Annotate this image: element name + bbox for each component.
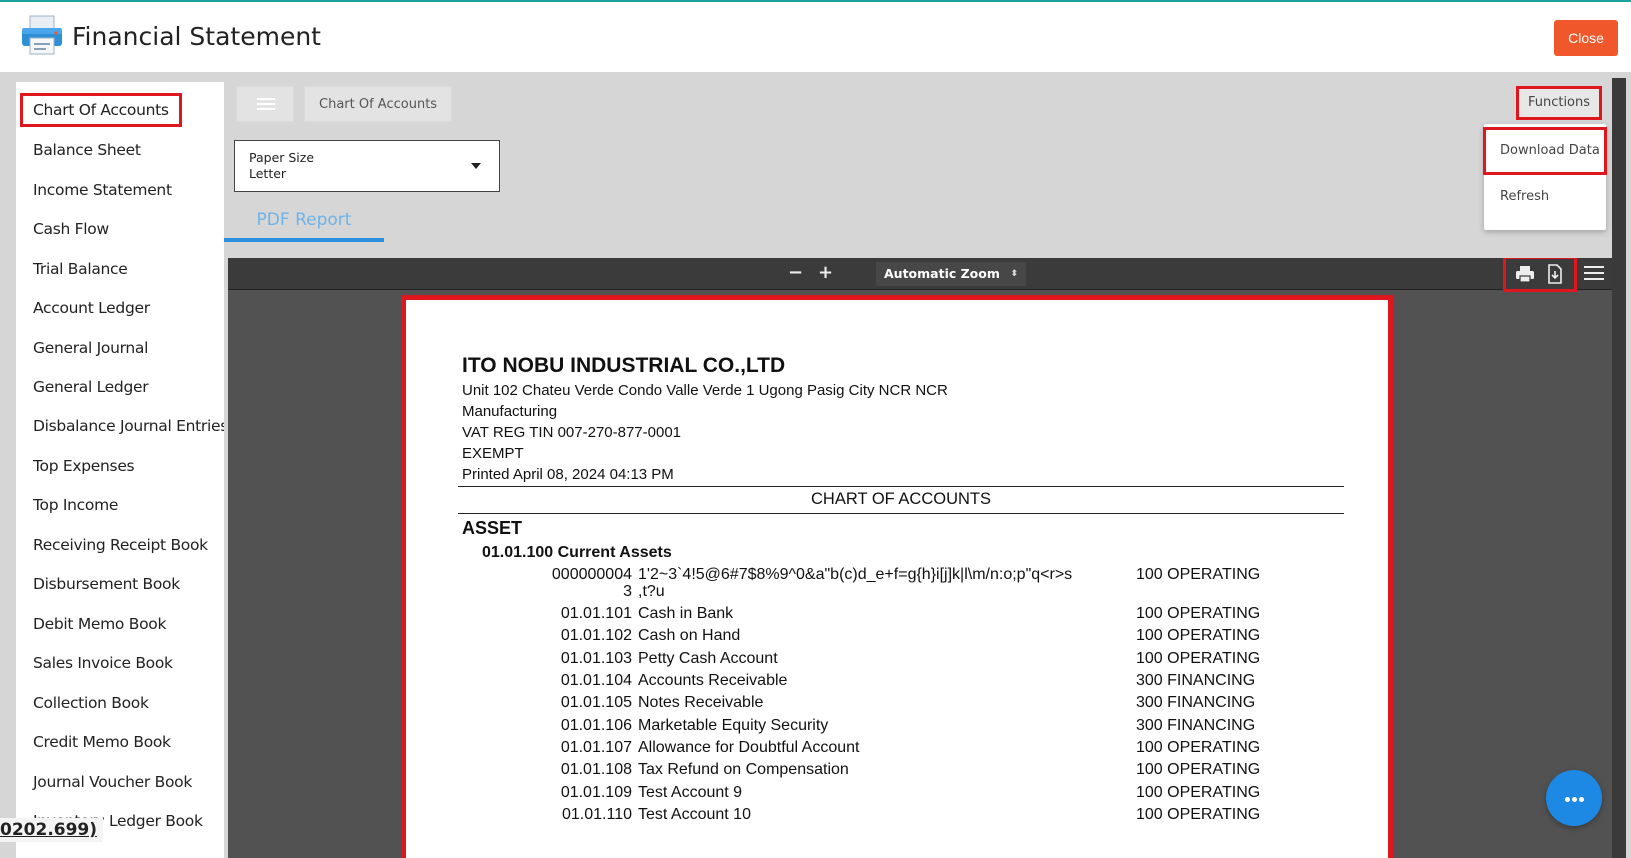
account-type: 100 OPERATING [1136, 761, 1261, 778]
functions-menu: Download Data Refresh [1483, 124, 1607, 230]
paper-size-label: Paper Size [249, 150, 315, 165]
zoom-select[interactable]: Automatic Zoom ⬍ [876, 262, 1026, 286]
tax-status: EXEMPT [462, 445, 524, 462]
account-name: Petty Cash Account [638, 650, 778, 667]
company-tin: VAT REG TIN 007-270-877-0001 [462, 424, 682, 441]
sidebar-item-general-journal[interactable]: General Journal [33, 339, 148, 357]
account-code: 01.01.107 [560, 739, 632, 756]
account-name: Test Account 9 [638, 784, 743, 801]
close-button[interactable]: Close [1554, 20, 1618, 56]
paper-size-value: Letter [249, 166, 287, 181]
account-name: Notes Receivable [638, 694, 764, 711]
sidebar-item-disbalance-journal-entries[interactable]: Disbalance Journal Entries [33, 417, 224, 435]
sidebar-item-debit-memo-book[interactable]: Debit Memo Book [33, 615, 166, 633]
account-name: ,t?u [638, 583, 665, 600]
download-data-menu-item[interactable]: Download Data [1483, 127, 1607, 175]
account-name: Tax Refund on Compensation [638, 761, 849, 778]
sidebar-item-top-income[interactable]: Top Income [33, 496, 118, 514]
sidebar-item-disbursement-book[interactable]: Disbursement Book [33, 575, 180, 593]
account-type: 100 OPERATING [1136, 806, 1261, 823]
report-sidebar: Chart Of Accounts Balance Sheet Income S… [16, 82, 224, 858]
account-type: 300 FINANCING [1136, 672, 1256, 689]
viewer-action-buttons [1503, 258, 1577, 292]
account-type: 100 OPERATING [1136, 566, 1261, 583]
sidebar-item-cash-flow[interactable]: Cash Flow [33, 220, 109, 238]
app-title: Financial Statement [72, 22, 321, 51]
sidebar-item-trial-balance[interactable]: Trial Balance [33, 260, 128, 278]
functions-button[interactable]: Functions [1516, 86, 1602, 120]
paper-size-select[interactable]: Paper Size Letter [234, 140, 500, 192]
chevron-down-icon [471, 163, 481, 169]
account-name: Test Account 10 [638, 806, 751, 823]
pdf-viewer-toolbar: − + Automatic Zoom ⬍ [228, 258, 1612, 292]
refresh-menu-item[interactable]: Refresh [1484, 174, 1606, 220]
account-type: 100 OPERATING [1136, 627, 1261, 644]
account-code: 01.01.110 [562, 806, 632, 823]
sidebar-item-balance-sheet[interactable]: Balance Sheet [33, 141, 141, 159]
zoom-out-button[interactable]: − [788, 262, 803, 283]
sidebar-item-top-expenses[interactable]: Top Expenses [33, 457, 135, 475]
account-name: Accounts Receivable [638, 672, 788, 689]
zoom-in-button[interactable]: + [818, 262, 833, 283]
account-code: 01.01.105 [560, 694, 632, 711]
account-code: 01.01.109 [560, 784, 632, 801]
printer-app-icon [22, 15, 62, 55]
account-code: 01.01.102 [560, 627, 632, 644]
company-name: ITO NOBU INDUSTRIAL CO.,LTD [462, 354, 786, 377]
sidebar-item-chart-of-accounts[interactable]: Chart Of Accounts [20, 93, 182, 127]
account-code: 01.01.101 [560, 605, 632, 622]
divider [458, 486, 1344, 487]
sidebar-item-collection-book[interactable]: Collection Book [33, 694, 149, 712]
menu-icon[interactable] [1584, 266, 1604, 282]
app-header: Financial Statement Close [0, 0, 1631, 72]
sidebar-toggle-button[interactable] [236, 86, 294, 122]
account-type: 100 OPERATING [1136, 605, 1261, 622]
account-code: 01.01.108 [560, 761, 632, 778]
breadcrumb: Chart Of Accounts [304, 86, 453, 122]
print-icon[interactable] [1514, 263, 1536, 285]
account-name: Allowance for Doubtful Account [638, 739, 860, 756]
pdf-page: ITO NOBU INDUSTRIAL CO.,LTD Unit 102 Cha… [401, 295, 1393, 858]
chat-fab-button[interactable] [1546, 770, 1602, 826]
account-code: 01.01.106 [560, 717, 632, 734]
page-scrollbar[interactable] [1612, 78, 1626, 858]
sidebar-item-account-ledger[interactable]: Account Ledger [33, 299, 150, 317]
account-type: 100 OPERATING [1136, 739, 1261, 756]
account-name: Cash in Bank [638, 605, 734, 622]
report-title: CHART OF ACCOUNTS [811, 490, 991, 508]
sidebar-item-income-statement[interactable]: Income Statement [33, 181, 172, 199]
company-business: Manufacturing [462, 403, 558, 420]
account-type: 300 FINANCING [1136, 717, 1256, 734]
account-name: Marketable Equity Security [638, 717, 829, 734]
sidebar-item-journal-voucher-book[interactable]: Journal Voucher Book [33, 773, 192, 791]
more-dots-icon [1565, 797, 1570, 802]
account-type: 100 OPERATING [1136, 784, 1261, 801]
account-code: 01.01.104 [560, 672, 632, 689]
account-type: 100 OPERATING [1136, 650, 1261, 667]
up-down-arrows-icon: ⬍ [1010, 269, 1018, 279]
account-type: 300 FINANCING [1136, 694, 1256, 711]
pdf-viewer: − + Automatic Zoom ⬍ ITO NOBU INDUSTRIAL… [228, 258, 1612, 858]
main-content: Chart Of Accounts Balance Sheet Income S… [0, 72, 1631, 858]
tab-pdf-report[interactable]: PDF Report [224, 202, 384, 242]
group-heading: 01.01.100 Current Assets [482, 544, 672, 561]
download-icon[interactable] [1544, 263, 1566, 285]
divider [458, 513, 1344, 514]
section-heading: ASSET [462, 518, 523, 538]
account-name: Cash on Hand [638, 627, 741, 644]
account-code: 01.01.103 [560, 650, 632, 667]
account-name: 1'2~3`4!5@6#7$8%9^0&a"b(c)d_e+f=g{h}i[j]… [638, 566, 1073, 583]
printed-date: Printed April 08, 2024 04:13 PM [462, 466, 674, 483]
sidebar-item-credit-memo-book[interactable]: Credit Memo Book [33, 733, 171, 751]
company-address: Unit 102 Chateu Verde Condo Valle Verde … [462, 382, 948, 399]
sidebar-item-general-ledger[interactable]: General Ledger [33, 378, 149, 396]
zoom-select-value: Automatic Zoom [884, 266, 1000, 281]
sidebar-item-receiving-receipt-book[interactable]: Receiving Receipt Book [33, 536, 208, 554]
sidebar-item-sales-invoice-book[interactable]: Sales Invoice Book [33, 654, 173, 672]
overlay-link-text[interactable]: 0202.699) [0, 818, 104, 842]
account-code: 000000004 [551, 566, 632, 583]
account-code: 3 [623, 583, 632, 600]
